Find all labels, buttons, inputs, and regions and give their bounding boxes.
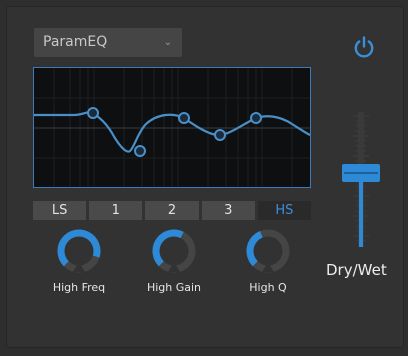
fader-fill: [359, 173, 363, 247]
chevron-down-icon: ⌄: [163, 37, 172, 48]
eq-node-2[interactable]: [134, 145, 146, 157]
band-tab-ls[interactable]: LS: [33, 201, 87, 220]
preset-dropdown[interactable]: ParamEQ ⌄: [34, 28, 182, 57]
band-tab-2[interactable]: 2: [145, 201, 199, 220]
band-tab-1[interactable]: 1: [89, 201, 143, 220]
high-gain-label: High Gain: [146, 281, 202, 294]
eq-node-5[interactable]: [250, 112, 262, 124]
eq-node-3[interactable]: [178, 112, 190, 124]
high-freq-label: High Freq: [52, 281, 106, 294]
band-tab-hs[interactable]: HS: [257, 201, 312, 220]
high-q-knob[interactable]: [243, 226, 293, 276]
high-q-control: High Q: [223, 226, 313, 294]
high-freq-control: High Freq: [34, 226, 124, 294]
power-icon[interactable]: [351, 34, 377, 60]
high-gain-knob[interactable]: [149, 226, 199, 276]
dry-wet-label: Dry/Wet: [326, 261, 387, 279]
band-selector: LS 1 2 3 HS: [33, 201, 312, 220]
high-q-label: High Q: [249, 281, 287, 294]
high-gain-control: High Gain: [129, 226, 219, 294]
dry-wet-fader[interactable]: [336, 112, 386, 247]
fader-handle[interactable]: [342, 164, 380, 182]
eq-node-1[interactable]: [87, 107, 99, 119]
preset-dropdown-label: ParamEQ: [43, 34, 108, 50]
eq-graph: [34, 68, 310, 187]
band-tab-3[interactable]: 3: [201, 201, 255, 220]
eq-curve-display[interactable]: [33, 67, 311, 188]
high-freq-knob[interactable]: [54, 226, 104, 276]
eq-node-4[interactable]: [214, 129, 226, 141]
